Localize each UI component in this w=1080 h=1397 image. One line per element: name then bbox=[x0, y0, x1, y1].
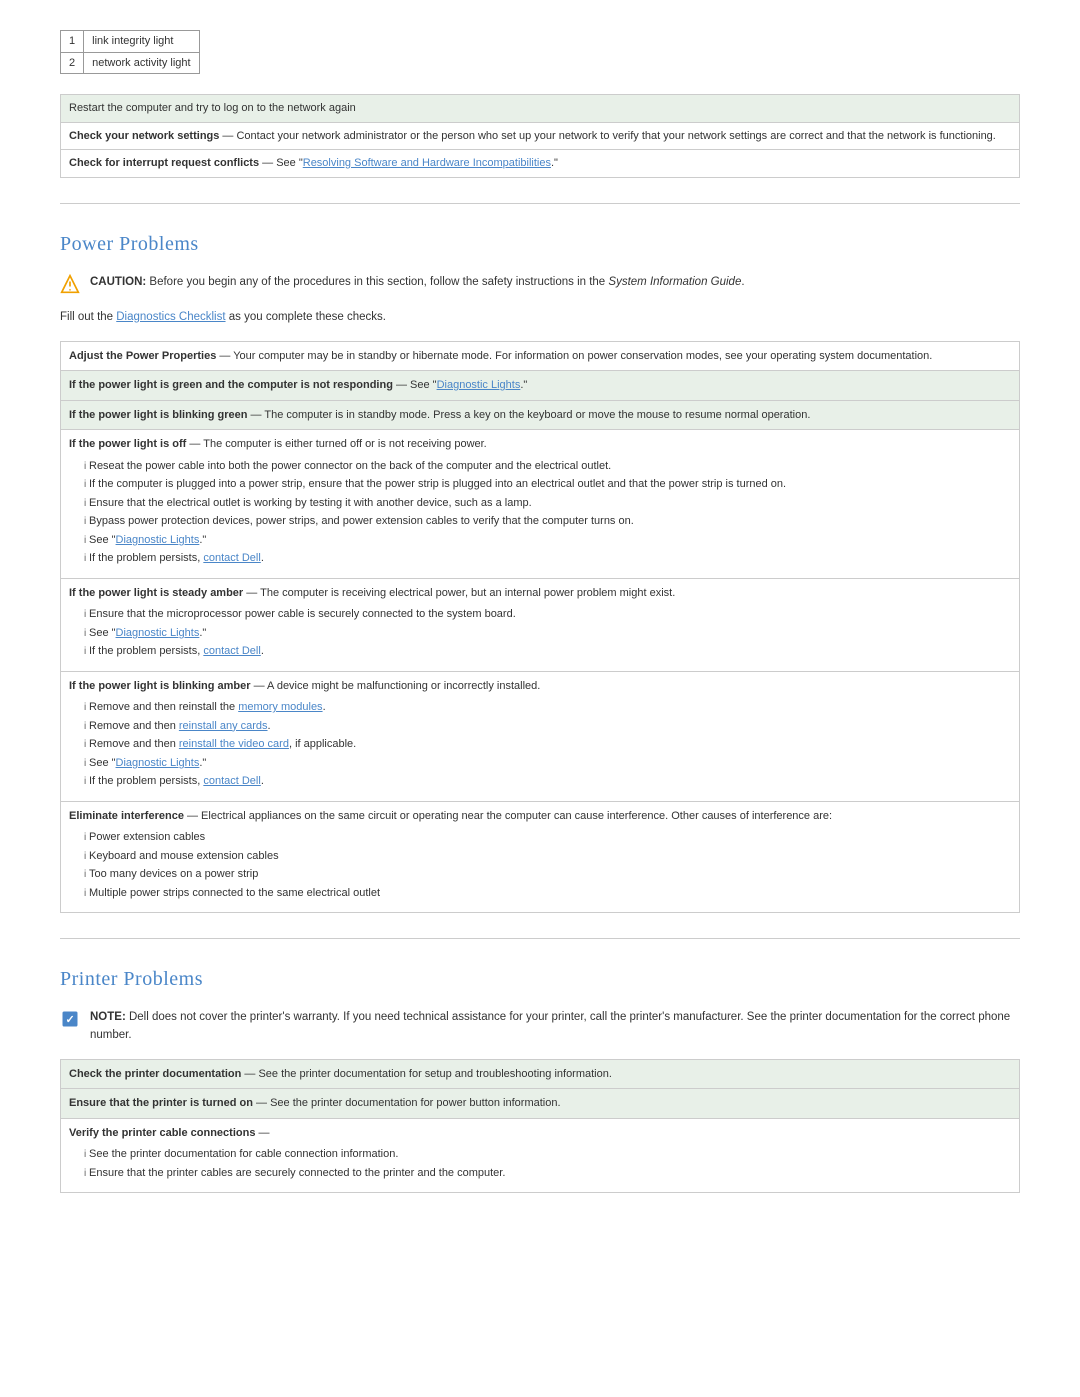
network-table: 1link integrity light2network activity l… bbox=[60, 30, 200, 74]
power-row-green: If the power light is green and the comp… bbox=[61, 371, 1019, 401]
diagnostic-lights-link-2[interactable]: Diagnostic Lights bbox=[116, 534, 200, 546]
contact-dell-link-3[interactable]: contact Dell bbox=[203, 775, 260, 787]
diagnostic-lights-link-3[interactable]: Diagnostic Lights bbox=[116, 627, 200, 639]
power-problems-table: Adjust the Power Properties — Your compu… bbox=[60, 341, 1020, 914]
contact-dell-link-2[interactable]: contact Dell bbox=[203, 645, 260, 657]
network-row-settings: Check your network settings — Contact yo… bbox=[61, 123, 1019, 151]
power-section-title: Power Problems bbox=[60, 229, 1020, 259]
network-table-num: 1 bbox=[61, 31, 84, 53]
section-divider-2 bbox=[60, 938, 1020, 939]
diagnostic-lights-link-1[interactable]: Diagnostic Lights bbox=[437, 379, 521, 391]
network-info-box: Restart the computer and try to log on t… bbox=[60, 94, 1020, 178]
power-row-blink-amber: If the power light is blinking amber — A… bbox=[61, 672, 1019, 802]
reinstall-cards-link[interactable]: reinstall any cards bbox=[179, 720, 268, 732]
contact-dell-link-1[interactable]: contact Dell bbox=[203, 552, 260, 564]
memory-modules-link[interactable]: memory modules bbox=[238, 701, 322, 713]
network-table-label: link integrity light bbox=[84, 31, 199, 53]
power-row-interference: Eliminate interference — Electrical appl… bbox=[61, 802, 1019, 913]
printer-section-title: Printer Problems bbox=[60, 964, 1020, 994]
printer-problems-table: Check the printer documentation — See th… bbox=[60, 1059, 1020, 1194]
power-row-blink-green: If the power light is blinking green — T… bbox=[61, 401, 1019, 431]
note-icon: ✓ bbox=[60, 1009, 80, 1029]
power-row-steady-amber: If the power light is steady amber — The… bbox=[61, 579, 1019, 672]
network-table-label: network activity light bbox=[84, 52, 199, 74]
caution-box: CAUTION: Before you begin any of the pro… bbox=[60, 274, 1020, 294]
power-row-off: If the power light is off — The computer… bbox=[61, 430, 1019, 579]
note-text: NOTE: Dell does not cover the printer's … bbox=[90, 1009, 1020, 1044]
resolving-incompatibilities-link[interactable]: Resolving Software and Hardware Incompat… bbox=[303, 157, 551, 169]
network-table-num: 2 bbox=[61, 52, 84, 74]
printer-row-cable: Verify the printer cable connections — S… bbox=[61, 1119, 1019, 1193]
section-divider-1 bbox=[60, 203, 1020, 204]
note-box: ✓ NOTE: Dell does not cover the printer'… bbox=[60, 1009, 1020, 1044]
reinstall-video-link[interactable]: reinstall the video card bbox=[179, 738, 289, 750]
diagnostic-lights-link-4[interactable]: Diagnostic Lights bbox=[116, 757, 200, 769]
printer-row-on: Ensure that the printer is turned on — S… bbox=[61, 1089, 1019, 1119]
power-row-adjust: Adjust the Power Properties — Your compu… bbox=[61, 342, 1019, 372]
printer-row-docs: Check the printer documentation — See th… bbox=[61, 1060, 1019, 1090]
fill-line: Fill out the Diagnostics Checklist as yo… bbox=[60, 309, 1020, 326]
svg-text:✓: ✓ bbox=[65, 1014, 74, 1026]
caution-text: CAUTION: Before you begin any of the pro… bbox=[90, 274, 745, 291]
network-row-restart: Restart the computer and try to log on t… bbox=[61, 95, 1019, 123]
network-row-conflicts: Check for interrupt request conflicts — … bbox=[61, 150, 1019, 177]
caution-icon bbox=[60, 274, 80, 294]
diagnostics-checklist-link[interactable]: Diagnostics Checklist bbox=[116, 311, 225, 323]
